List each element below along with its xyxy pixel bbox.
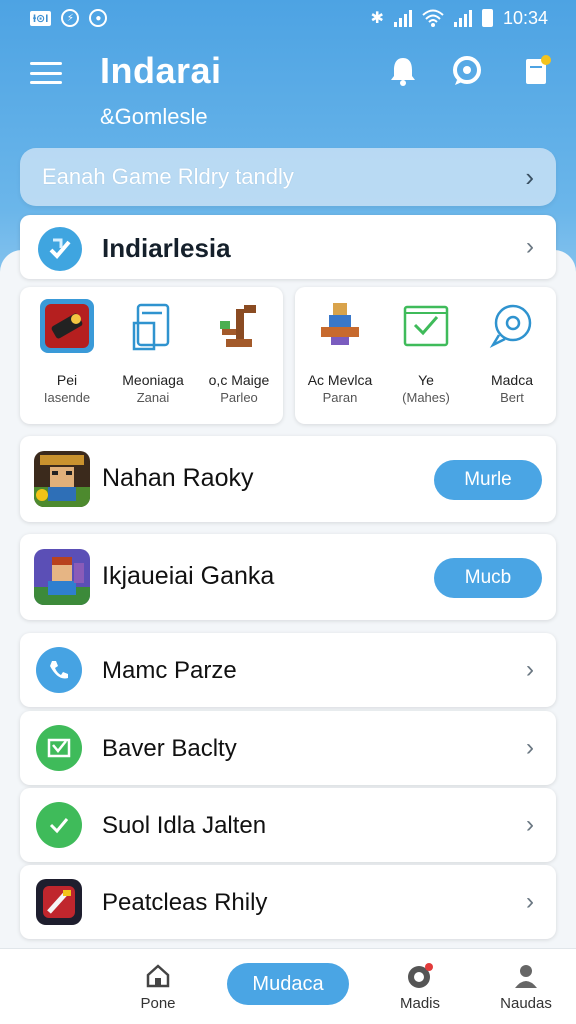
profile-icon <box>511 961 541 991</box>
nav-label: Madis <box>399 995 440 1012</box>
chevron-right-icon: › <box>526 656 534 683</box>
grid-item-sublabel: Bert <box>500 390 524 405</box>
list-item[interactable]: Baver Baclty › <box>20 711 556 785</box>
chevron-right-icon: › <box>525 161 534 192</box>
game-row[interactable]: Ikjaueiai Ganka Mucb <box>20 534 556 620</box>
target-icon: ● <box>89 9 108 27</box>
list-item-title: Baver Baclty <box>102 735 237 762</box>
game-app-icon <box>36 879 82 925</box>
status-app-badge: Ɨ⊙I <box>30 10 52 26</box>
shortcut-grid-b: Ac Mevlca Paran Ye (Mahes) Madca Bert <box>295 287 556 424</box>
battery-icon <box>481 9 493 27</box>
grid-item-label: Madca <box>490 372 534 388</box>
grid-item[interactable]: Ye (Mahes) <box>383 295 469 420</box>
grid-item-sublabel: Paran <box>322 390 358 405</box>
status-left: Ɨ⊙I ⚡ ● <box>30 9 108 27</box>
leaf-badge-icon <box>38 227 82 271</box>
chevron-right-icon: › <box>526 233 534 260</box>
nav-home[interactable]: Pone <box>118 961 198 1012</box>
grid-item-label: Meoniaga <box>122 372 184 388</box>
grid-item-sublabel: (Mahes) <box>402 390 450 405</box>
pixel-adventure-game-icon <box>34 549 90 605</box>
nav-label: Pone <box>140 995 176 1012</box>
grid-item[interactable]: Ac Mevlca Paran <box>297 295 383 420</box>
chat-icon[interactable] <box>450 54 484 88</box>
search-banner[interactable]: Eanah Game Rldry tandly › <box>20 148 556 206</box>
app-title: Indarai <box>100 50 222 91</box>
list-item[interactable]: Suol Idla Jalten › <box>20 788 556 862</box>
toolbox-icon <box>38 297 96 355</box>
grid-item-label: Ye <box>418 372 434 388</box>
support-chat-icon <box>483 297 541 355</box>
bluetooth-icon: ✱ <box>370 10 384 27</box>
shortcut-grid-a: Pei Iasende Meoniaga Zanai o,c Maige Par… <box>20 287 283 424</box>
status-time: 10:34 <box>502 7 548 28</box>
game-title: Nahan Raoky <box>102 464 254 492</box>
chevron-right-icon: › <box>526 888 534 915</box>
checked-box-icon <box>397 297 455 355</box>
app-subtitle: &Gomlesle <box>100 104 208 129</box>
wifi-icon <box>422 9 444 27</box>
grid-item-label: Pei <box>56 372 78 388</box>
grid-item-sublabel: Zanai <box>136 390 170 405</box>
grid-item-sublabel: Iasende <box>43 390 91 405</box>
status-bar: Ɨ⊙I ⚡ ● ✱ 10:34 <box>0 0 576 36</box>
pixel-character-icon <box>311 297 369 355</box>
grid-item[interactable]: Pei Iasende <box>24 295 110 420</box>
grid-item[interactable]: Meoniaga Zanai <box>110 295 196 420</box>
chevron-right-icon: › <box>526 734 534 761</box>
list-item[interactable]: Peatcleas Rhily › <box>20 865 556 939</box>
game-title: Ikjaueiai Ganka <box>102 562 275 590</box>
grid-item-label: Ac Mevlca <box>307 372 373 388</box>
nav-naudas[interactable]: Naudas <box>486 961 566 1012</box>
status-right: ✱ 10:34 <box>371 8 548 29</box>
nav-active-tab[interactable]: Mudaca <box>227 963 349 1005</box>
section-title: Indiarlesia <box>102 233 231 263</box>
nav-madis[interactable]: Madis <box>380 961 460 1012</box>
grid-item-label: o,c Maige <box>208 372 270 388</box>
list-item-title: Suol Idla Jalten <box>102 812 267 839</box>
home-icon <box>143 961 173 991</box>
grid-item[interactable]: o,c Maige Parleo <box>196 295 282 420</box>
section-header-card[interactable]: Indiarlesia › <box>20 215 556 279</box>
search-banner-text: Eanah Game Rldry tandly <box>42 164 294 189</box>
bottom-nav: Pone Mudaca Madis Naudas <box>0 948 576 1024</box>
cell-signal-icon <box>393 9 412 27</box>
clipboard-icon <box>124 297 182 355</box>
list-item[interactable]: Mamc Parze › <box>20 633 556 707</box>
pixel-warrior-game-icon <box>34 451 90 507</box>
list-item-title: Mamc Parze <box>102 657 237 684</box>
app-header: Indarai &Gomlesle <box>30 48 551 138</box>
nav-label: Naudas <box>500 995 552 1012</box>
camera-notification-icon <box>405 961 435 991</box>
grid-item-sublabel: Parleo <box>220 390 258 405</box>
check-circle-icon <box>36 802 82 848</box>
menu-icon[interactable] <box>30 62 62 84</box>
grid-item[interactable]: Madca Bert <box>469 295 555 420</box>
game-row[interactable]: Nahan Raoky Murle <box>20 436 556 522</box>
mail-check-icon <box>36 725 82 771</box>
phone-icon <box>36 647 82 693</box>
list-item-title: Peatcleas Rhily <box>102 889 268 916</box>
game-action-button[interactable]: Mucb <box>434 558 542 598</box>
cell-signal-icon-2 <box>453 9 472 27</box>
messenger-icon: ⚡ <box>61 9 80 27</box>
chevron-right-icon: › <box>526 811 534 838</box>
document-icon[interactable] <box>520 54 554 88</box>
game-action-button[interactable]: Murle <box>434 460 542 500</box>
pixel-tree-icon <box>210 297 268 355</box>
bell-icon[interactable] <box>386 54 420 88</box>
